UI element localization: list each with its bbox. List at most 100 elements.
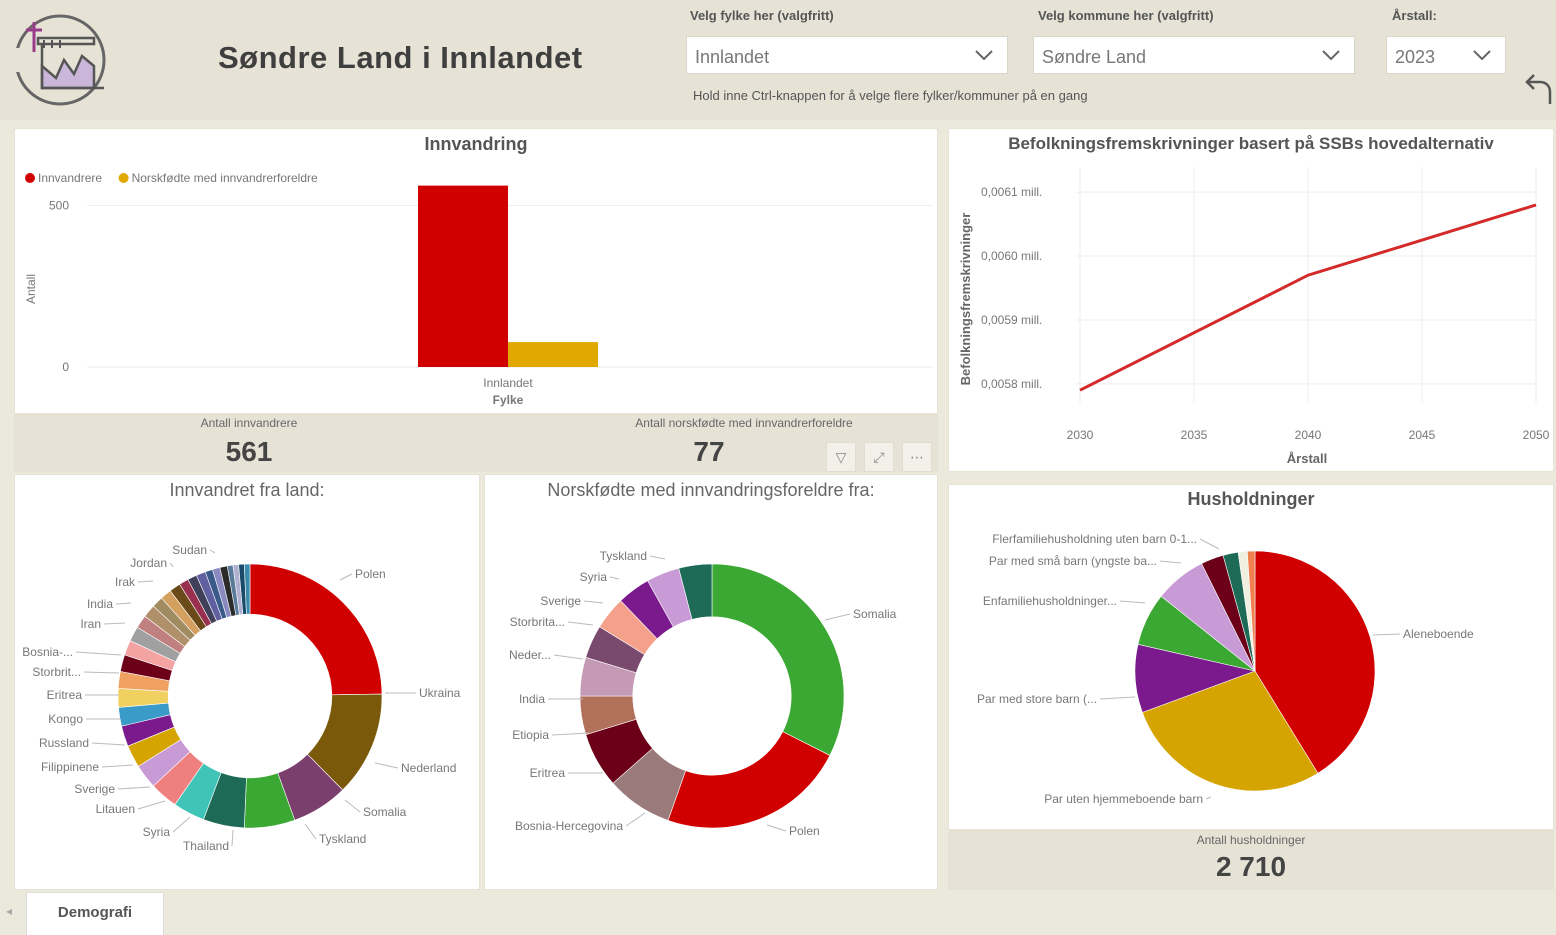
y-tick-label: 0,0060 mill.	[981, 249, 1042, 263]
y-tick-label: 500	[49, 198, 69, 212]
slice-label: Ukraina	[419, 686, 461, 700]
focus-mode-icon[interactable]: ⤢	[864, 442, 894, 472]
county-slicer-label: Velg fylke her (valgfritt)	[690, 8, 834, 23]
more-options-icon[interactable]: ⋯	[902, 442, 932, 472]
norwegian-born-count-value: 77	[693, 436, 725, 467]
county-dropdown[interactable]: Innlandet	[686, 36, 1008, 74]
report-canvas: Søndre Land i Innlandet Velg fylke her (…	[0, 0, 1556, 935]
y-tick-label: 0,0059 mill.	[981, 313, 1042, 327]
municipality-dropdown[interactable]: Søndre Land	[1033, 36, 1355, 74]
slice-label: Par uten hjemmeboende barn	[1044, 792, 1203, 806]
leader-line	[1199, 538, 1220, 550]
x-axis-title: Årstall	[1287, 451, 1327, 466]
slice-label: Storbrita...	[510, 615, 565, 629]
leader-line	[117, 786, 151, 790]
slice-label: Somalia	[853, 607, 897, 621]
slice-label: Storbrit...	[32, 665, 81, 679]
x-tick-label: 2050	[1523, 428, 1550, 442]
page-tab-bar: ◂ Demografi	[0, 890, 1556, 935]
leader-line	[209, 549, 216, 554]
population-projection-line-chart: 0,0058 mill. 0,0059 mill. 0,0060 mill. 0,00…	[958, 167, 1550, 466]
leader-line	[137, 800, 166, 810]
back-arrow-icon[interactable]	[1522, 70, 1556, 110]
slice-label: India	[519, 692, 545, 706]
legend-marker	[118, 173, 129, 183]
leader-line	[169, 562, 174, 568]
tab-demografi[interactable]: Demografi	[26, 892, 164, 935]
immigrants-count-label: Antall innvandrere	[200, 416, 298, 430]
slice-label: Neder...	[509, 648, 551, 662]
chevron-down-icon	[1322, 50, 1340, 61]
households-count-value: 2 710	[1215, 851, 1287, 882]
norwegian-born-count-label: Antall norskfødte med innvandrerforeldre	[635, 416, 853, 430]
leader-line	[609, 576, 620, 580]
leader-line	[1159, 560, 1182, 564]
slice-label: Par med små barn (yngste ba...	[989, 554, 1157, 568]
slice-label: Nederland	[401, 761, 456, 775]
year-dropdown[interactable]: 2023	[1386, 36, 1506, 74]
households-kpi-strip: Antall husholdninger 2 710	[948, 830, 1554, 890]
norwegian-born-card: Norskfødte med innvandringsforeldre fra:…	[484, 474, 938, 890]
leader-line	[583, 600, 604, 604]
y-tick-label: 0,0061 mill.	[981, 185, 1042, 199]
year-slicer-label: Årstall:	[1392, 8, 1437, 23]
legend-entry: Innvandrere	[38, 171, 102, 185]
slice-label: Somalia	[363, 805, 407, 819]
slice-1	[667, 731, 831, 829]
leader-line	[339, 573, 353, 581]
slice-label: Jordan	[130, 556, 167, 570]
y-axis-title: Befolkningsfremskrivninger	[958, 213, 973, 386]
report-header: Søndre Land i Innlandet Velg fylke her (…	[0, 0, 1556, 120]
chevron-down-icon	[1473, 50, 1491, 61]
industry-chart-logo-icon	[14, 14, 106, 106]
leader-line	[172, 816, 191, 833]
leader-line	[649, 555, 666, 560]
slice-label: Russland	[39, 736, 89, 750]
slice-label: Iran	[80, 617, 101, 631]
population-projection-card: Befolkningsfremskrivninger basert på SSB…	[948, 128, 1554, 472]
leader-line	[553, 654, 584, 660]
slice-label: Filippinene	[41, 760, 99, 774]
slice-0	[249, 563, 383, 696]
immigration-bar-card: Innvandring Innvandrere Norskfødte med in…	[14, 128, 938, 414]
slice-label: Tyskland	[600, 549, 647, 563]
leader-line	[567, 621, 594, 626]
chevron-down-icon	[975, 50, 993, 61]
slice-label: Irak	[115, 575, 136, 589]
leader-line	[1099, 696, 1136, 700]
leader-line	[551, 732, 590, 736]
leader-line	[91, 742, 126, 746]
slice-label: Polen	[789, 824, 820, 838]
leader-line	[103, 622, 126, 625]
leader-line	[1205, 796, 1212, 800]
slice-label: Kongo	[48, 712, 83, 726]
slice-label: Bosnia-...	[22, 645, 73, 659]
leader-line	[1119, 600, 1146, 604]
slice-label: Sudan	[172, 543, 207, 557]
x-tick-label: 2030	[1067, 428, 1094, 442]
households-pie-chart: Aleneboende Par uten hjemmeboende barn Par…	[977, 532, 1474, 806]
leader-line	[115, 602, 132, 605]
legend-marker	[25, 173, 35, 183]
leader-line	[137, 580, 154, 583]
slice-label: Syria	[143, 825, 171, 839]
immigrants-count-value: 561	[225, 436, 273, 467]
x-tick-label: 2040	[1295, 428, 1322, 442]
multi-select-hint: Hold inne Ctrl-knappen for å velge flere…	[693, 88, 1088, 103]
leader-line	[231, 829, 234, 847]
slice-label: Par med store barn (...	[977, 692, 1097, 706]
legend-entry: Norskfødte med innvandrerforeldre	[132, 171, 318, 185]
immigrant-countries-donut-chart: Polen Ukraina Nederland Somalia Tyskland Thai…	[22, 543, 461, 853]
slice-label: Sverige	[74, 782, 115, 796]
slice-label: Etiopia	[512, 728, 549, 742]
filter-icon[interactable]: ▽	[826, 442, 856, 472]
leader-line	[304, 823, 317, 840]
y-axis-title: Antall	[24, 274, 38, 304]
leader-line	[625, 812, 646, 827]
immigration-kpi-strip: Antall innvandrere 561 Antall norskfødte…	[14, 414, 938, 472]
y-tick-label: 0	[62, 360, 69, 374]
tab-scroll-left-icon[interactable]: ◂	[6, 904, 12, 918]
x-tick-label: 2035	[1181, 428, 1208, 442]
slice-label: Eritrea	[530, 766, 566, 780]
slice-label: Litauen	[96, 802, 135, 816]
